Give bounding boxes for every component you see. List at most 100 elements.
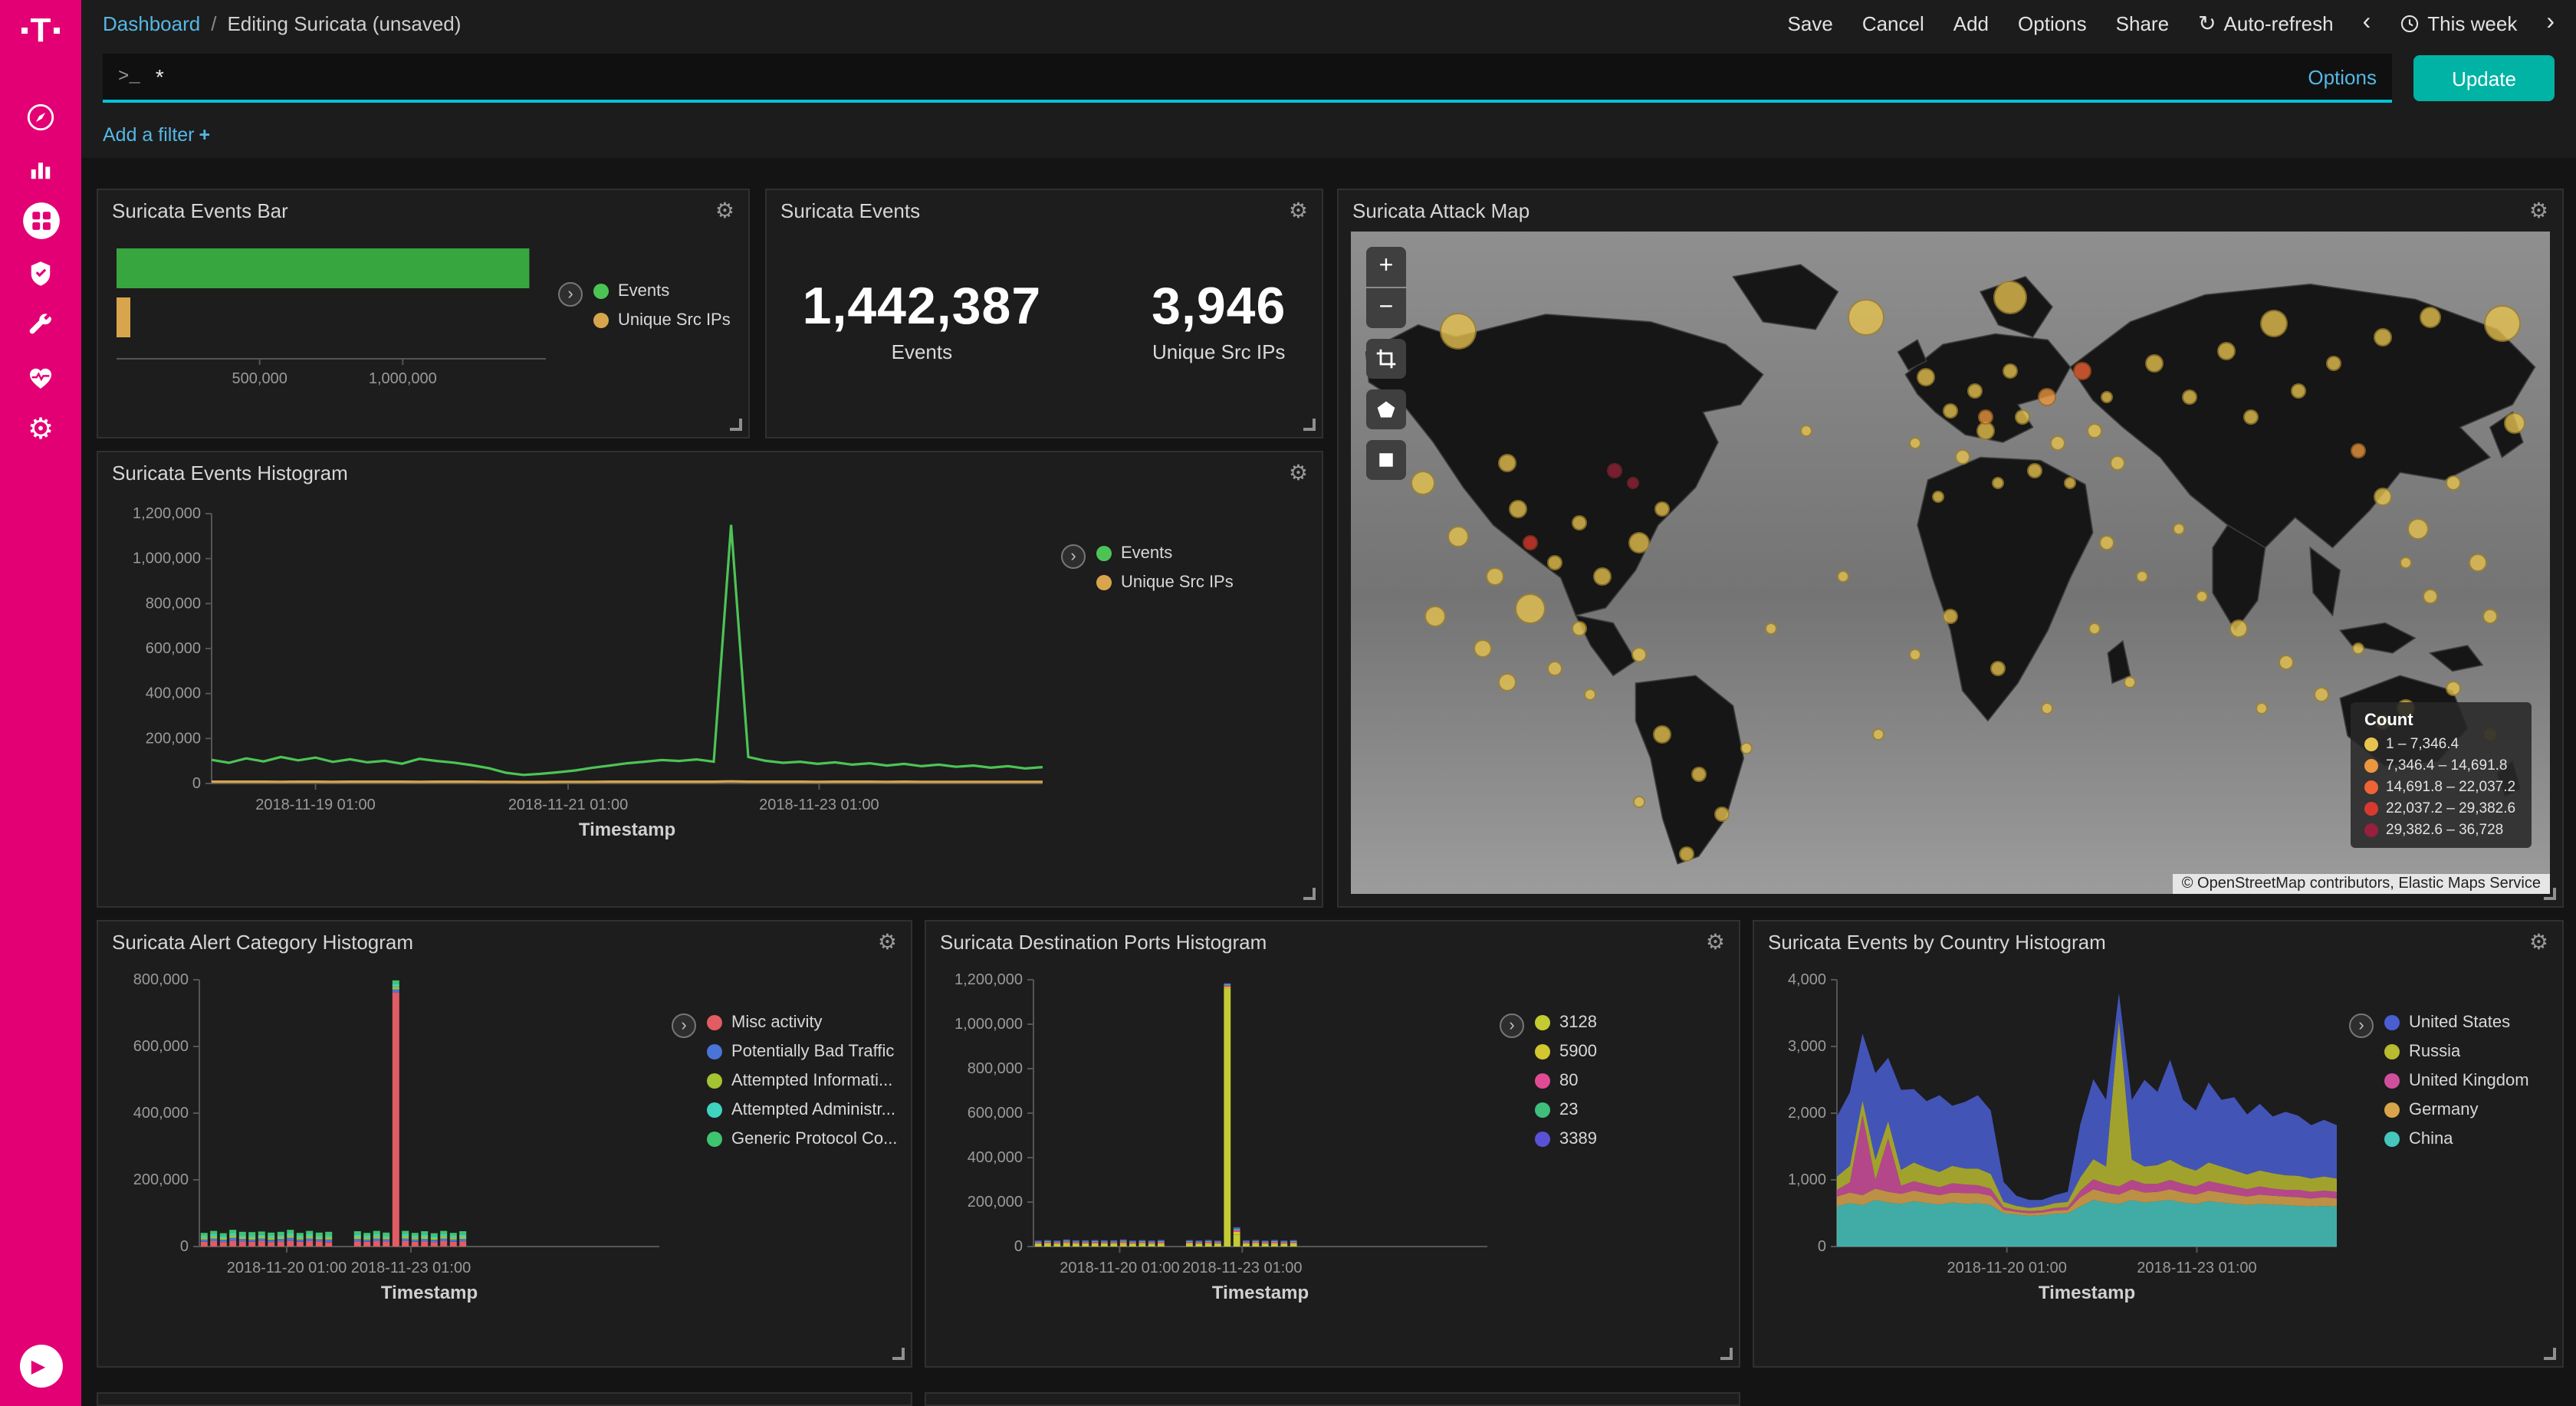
- attack-point[interactable]: [2229, 619, 2247, 638]
- legend-item[interactable]: 7,346.4 – 14,691.8: [2364, 757, 2518, 774]
- query-options-link[interactable]: Options: [2308, 65, 2377, 88]
- attack-point[interactable]: [2351, 442, 2366, 458]
- legend-item[interactable]: Attempted Administr...: [707, 1101, 897, 1119]
- legend-expand-icon[interactable]: ›: [2349, 1013, 2374, 1038]
- attack-point[interactable]: [1632, 795, 1644, 807]
- resize-handle[interactable]: [2544, 1348, 2556, 1360]
- attack-point[interactable]: [2242, 409, 2258, 425]
- legend-item[interactable]: 23: [1535, 1101, 1597, 1119]
- attack-point[interactable]: [1631, 648, 1646, 663]
- attack-point[interactable]: [2064, 477, 2076, 489]
- attack-point[interactable]: [2400, 557, 2412, 569]
- legend-item[interactable]: 29,382.6 – 36,728: [2364, 822, 2518, 839]
- legend-item[interactable]: 3128: [1535, 1013, 1597, 1032]
- attack-point[interactable]: [1523, 535, 1539, 550]
- attack-point[interactable]: [2172, 524, 2184, 536]
- sidebar-item-visualize[interactable]: [15, 143, 67, 195]
- panel-gear-icon[interactable]: ⚙: [1706, 931, 1725, 952]
- legend-item[interactable]: 3389: [1535, 1130, 1597, 1148]
- attack-point[interactable]: [1497, 673, 1516, 692]
- draw-rectangle-button[interactable]: [1366, 440, 1406, 480]
- panel-suricata-events-bar[interactable]: Suricata Events Bar ⚙ 500,0001,000,000 ›…: [97, 189, 750, 439]
- attack-point[interactable]: [1607, 462, 1622, 478]
- attack-point[interactable]: [1516, 593, 1546, 624]
- attack-point[interactable]: [1993, 477, 2005, 489]
- attack-point[interactable]: [1411, 471, 1435, 495]
- resize-handle[interactable]: [1720, 1348, 1733, 1360]
- legend-expand-icon[interactable]: ›: [1500, 1013, 1524, 1038]
- attack-point[interactable]: [1571, 621, 1586, 636]
- cancel-button[interactable]: Cancel: [1862, 11, 1924, 34]
- attack-point[interactable]: [2315, 688, 2330, 703]
- attack-point[interactable]: [1441, 313, 1477, 350]
- sidebar-item-devtools[interactable]: [15, 299, 67, 351]
- time-range-button[interactable]: This week: [2400, 11, 2517, 34]
- attack-point[interactable]: [2420, 307, 2441, 328]
- options-button[interactable]: Options: [2018, 11, 2087, 34]
- attack-point[interactable]: [2469, 554, 2487, 572]
- attack-point[interactable]: [1715, 806, 1730, 822]
- legend-expand-icon[interactable]: ›: [672, 1013, 696, 1038]
- attack-point[interactable]: [2073, 361, 2091, 379]
- fit-bounds-button[interactable]: [1366, 339, 1406, 379]
- attack-point[interactable]: [2136, 570, 2148, 582]
- legend-item[interactable]: Events: [1096, 544, 1234, 563]
- attack-point[interactable]: [1547, 661, 1562, 676]
- attack-point[interactable]: [1991, 661, 2006, 676]
- attack-point[interactable]: [2051, 435, 2066, 451]
- panel-gear-icon[interactable]: ⚙: [715, 199, 734, 221]
- attack-point[interactable]: [1993, 281, 2027, 314]
- attack-point[interactable]: [1448, 525, 1470, 547]
- attack-point[interactable]: [1691, 767, 1707, 782]
- panel-gear-icon[interactable]: ⚙: [1289, 199, 1308, 221]
- attack-point[interactable]: [2003, 363, 2018, 378]
- attack-point[interactable]: [2352, 642, 2364, 655]
- panel-suricata-events-by-country-histogram[interactable]: Suricata Events by Country Histogram ⚙ 0…: [1753, 920, 2564, 1368]
- attack-point[interactable]: [2423, 588, 2438, 603]
- attack-point[interactable]: [1424, 605, 1445, 626]
- attack-point[interactable]: [2015, 409, 2030, 425]
- attack-point[interactable]: [2503, 413, 2525, 435]
- attack-point[interactable]: [2037, 388, 2055, 406]
- sidebar-item-management[interactable]: ⚙: [15, 403, 67, 455]
- attack-point[interactable]: [1872, 729, 1884, 741]
- attack-point[interactable]: [1908, 437, 1921, 449]
- legend-item[interactable]: 5900: [1535, 1043, 1597, 1061]
- legend-item[interactable]: Unique Src IPs: [593, 311, 731, 330]
- attack-point[interactable]: [1654, 726, 1672, 744]
- attack-point[interactable]: [2446, 681, 2462, 696]
- attack-point[interactable]: [2145, 355, 2164, 373]
- attack-point[interactable]: [2256, 702, 2269, 714]
- attack-point[interactable]: [2407, 519, 2429, 540]
- attack-point[interactable]: [2291, 383, 2306, 398]
- zoom-in-button[interactable]: +: [1366, 247, 1406, 287]
- legend-item[interactable]: United Kingdom: [2384, 1072, 2529, 1090]
- attack-point[interactable]: [1943, 608, 1958, 623]
- save-button[interactable]: Save: [1788, 11, 1833, 34]
- attack-point[interactable]: [2217, 342, 2236, 360]
- legend-expand-icon[interactable]: ›: [558, 282, 583, 307]
- attack-point[interactable]: [1655, 502, 1671, 517]
- attack-point[interactable]: [1848, 299, 1885, 336]
- auto-refresh-button[interactable]: ↻ Auto-refresh: [2198, 11, 2334, 34]
- attack-point[interactable]: [1955, 449, 1970, 465]
- attack-point[interactable]: [2098, 535, 2114, 550]
- breadcrumb-dashboard-link[interactable]: Dashboard: [103, 11, 200, 34]
- panel-suricata-events-metric[interactable]: Suricata Events ⚙ 1,442,387 Events 3,946…: [765, 189, 1323, 439]
- tmobile-logo[interactable]: T: [21, 11, 61, 51]
- attack-point[interactable]: [2326, 356, 2341, 372]
- attack-point[interactable]: [2183, 389, 2198, 405]
- resize-handle[interactable]: [892, 1348, 905, 1360]
- attack-point[interactable]: [2088, 623, 2101, 635]
- resize-handle[interactable]: [1303, 419, 1316, 431]
- attack-point[interactable]: [2260, 310, 2288, 338]
- update-button[interactable]: Update: [2413, 55, 2555, 101]
- attack-point[interactable]: [2373, 328, 2391, 347]
- attack-point[interactable]: [2100, 391, 2112, 403]
- attack-point[interactable]: [1547, 555, 1562, 570]
- attack-point[interactable]: [2111, 455, 2126, 471]
- resize-handle[interactable]: [1303, 888, 1316, 900]
- panel-suricata-attack-map[interactable]: Suricata Attack Map ⚙: [1337, 189, 2564, 908]
- attack-point[interactable]: [1627, 477, 1639, 489]
- panel-suricata-events-histogram[interactable]: Suricata Events Histogram ⚙ 0200,000400,…: [97, 451, 1323, 908]
